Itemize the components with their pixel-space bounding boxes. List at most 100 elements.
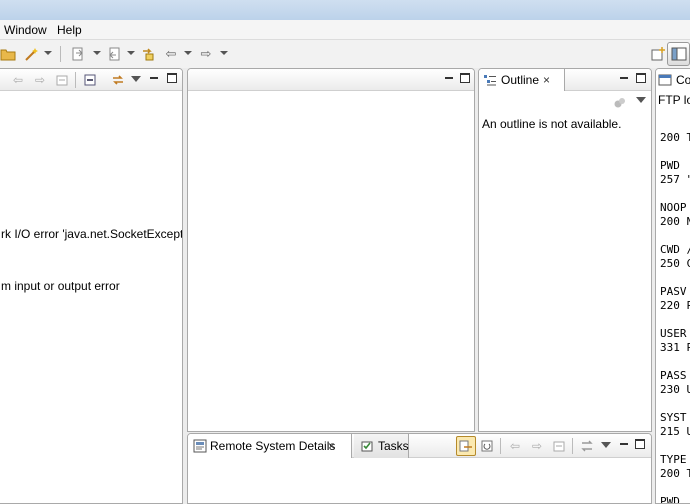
console-line: 220 P xyxy=(660,299,690,312)
next-annotation-dropdown-icon[interactable] xyxy=(93,51,101,55)
forward-icon[interactable]: ⇨ xyxy=(33,73,47,87)
close-icon[interactable]: × xyxy=(543,73,550,87)
back-icon[interactable]: ⇦ xyxy=(508,439,522,453)
back-nav-dropdown-icon[interactable] xyxy=(184,51,192,55)
last-edit-location-icon[interactable] xyxy=(140,46,156,62)
back-icon[interactable]: ⇦ xyxy=(11,73,25,87)
minimize-button[interactable] xyxy=(619,440,629,450)
console-line: 257 " xyxy=(660,173,690,186)
tab-tasks[interactable]: Tasks xyxy=(354,434,409,458)
toolbar-separator xyxy=(572,438,573,454)
outline-icon xyxy=(483,73,497,87)
forward-nav-icon[interactable]: ⇨ xyxy=(198,46,214,62)
tab-console-label: Co xyxy=(676,73,690,87)
home-icon[interactable] xyxy=(55,73,69,87)
console-icon xyxy=(658,73,672,87)
bottom-view: Remote System Details × Tasks ⇦ ⇨ xyxy=(187,433,652,504)
console-header: Co xyxy=(656,69,690,91)
close-icon[interactable]: × xyxy=(328,439,335,453)
tab-outline-label: Outline xyxy=(501,73,540,87)
outline-empty-message: An outline is not available. xyxy=(482,117,622,131)
error-line: m input or output error xyxy=(1,279,120,293)
back-nav-icon[interactable]: ⇦ xyxy=(163,46,179,62)
console-line: NOOP xyxy=(660,201,687,214)
outline-options-icon[interactable] xyxy=(613,95,627,109)
wand-icon[interactable] xyxy=(24,46,40,62)
link-with-selection-button[interactable] xyxy=(456,436,476,456)
link-with-editor-icon[interactable] xyxy=(111,73,125,87)
console-line: 200 T xyxy=(660,467,690,480)
collapse-all-icon[interactable] xyxy=(83,73,97,87)
left-view-toolbar: ⇦ ⇨ xyxy=(0,69,182,91)
console-line: PASS xyxy=(660,369,687,382)
minimize-button[interactable] xyxy=(444,74,454,84)
console-view: Co FTP log 200 T PWD257 " NOOP200 N CWD /25… xyxy=(655,68,690,504)
wand-dropdown-icon[interactable] xyxy=(44,51,52,55)
home-icon[interactable] xyxy=(552,439,566,453)
console-header-text: FTP log xyxy=(658,93,690,107)
menu-window[interactable]: Window xyxy=(4,22,47,38)
console-line: 200 N xyxy=(660,215,690,228)
main-toolbar: ⇦ ⇨ xyxy=(0,40,690,68)
console-line: PWD xyxy=(660,159,680,172)
forward-icon[interactable]: ⇨ xyxy=(530,439,544,453)
maximize-button[interactable] xyxy=(460,73,470,83)
remote-system-icon xyxy=(193,439,207,453)
menu-bar: Window Help xyxy=(0,20,690,40)
open-perspective-icon[interactable] xyxy=(650,46,666,62)
left-view-content: rk I/O error 'java.net.SocketException: … xyxy=(0,91,182,503)
maximize-button[interactable] xyxy=(635,439,645,449)
left-view-panel: ⇦ ⇨ rk I/O error 'java.net.SocketExcepti… xyxy=(0,68,183,504)
toolbar-separator xyxy=(75,72,76,88)
console-line: USER xyxy=(660,327,687,340)
forward-nav-dropdown-icon[interactable] xyxy=(220,51,228,55)
open-folder-icon[interactable] xyxy=(0,46,16,62)
minimize-button[interactable] xyxy=(619,74,629,84)
console-line: CWD / xyxy=(660,243,690,256)
sync-icon[interactable] xyxy=(580,439,594,453)
error-line: rk I/O error 'java.net.SocketException: xyxy=(1,227,183,241)
maximize-button[interactable] xyxy=(167,73,177,83)
perspective-button[interactable] xyxy=(667,42,690,66)
editor-area xyxy=(187,68,475,432)
prev-annotation-icon[interactable] xyxy=(106,46,122,62)
window-title-bar xyxy=(0,0,690,20)
outline-header: Outline × xyxy=(479,69,651,91)
console-line: SYST xyxy=(660,411,687,424)
console-line: TYPE xyxy=(660,453,687,466)
toolbar-separator xyxy=(500,438,501,454)
outline-content: An outline is not available. xyxy=(479,91,651,431)
console-line: PASV xyxy=(660,285,687,298)
bottom-view-content xyxy=(188,458,651,503)
tab-tasks-label: Tasks xyxy=(378,439,409,453)
minimize-button[interactable] xyxy=(149,74,159,84)
tab-console[interactable]: Co xyxy=(656,69,690,91)
outline-view: Outline × An outline is not available. xyxy=(478,68,652,432)
console-line: 215 U xyxy=(660,425,690,438)
toolbar-separator xyxy=(60,46,61,62)
tab-remote-system-details-label: Remote System Details xyxy=(210,439,336,453)
view-menu-icon[interactable] xyxy=(131,76,141,82)
console-line: 230 U xyxy=(660,383,690,396)
tab-remote-system-details[interactable]: Remote System Details × xyxy=(188,434,352,458)
tab-outline[interactable]: Outline × xyxy=(479,69,565,91)
console-line: 331 P xyxy=(660,341,690,354)
view-menu-icon[interactable] xyxy=(636,97,646,103)
menu-help[interactable]: Help xyxy=(57,22,82,38)
refresh-icon[interactable] xyxy=(480,439,494,453)
tasks-icon xyxy=(360,439,374,453)
prev-annotation-dropdown-icon[interactable] xyxy=(127,51,135,55)
editor-area-header xyxy=(188,69,474,91)
view-menu-icon[interactable] xyxy=(601,442,611,448)
editor-content xyxy=(188,91,474,431)
next-annotation-icon[interactable] xyxy=(70,46,86,62)
maximize-button[interactable] xyxy=(636,73,646,83)
